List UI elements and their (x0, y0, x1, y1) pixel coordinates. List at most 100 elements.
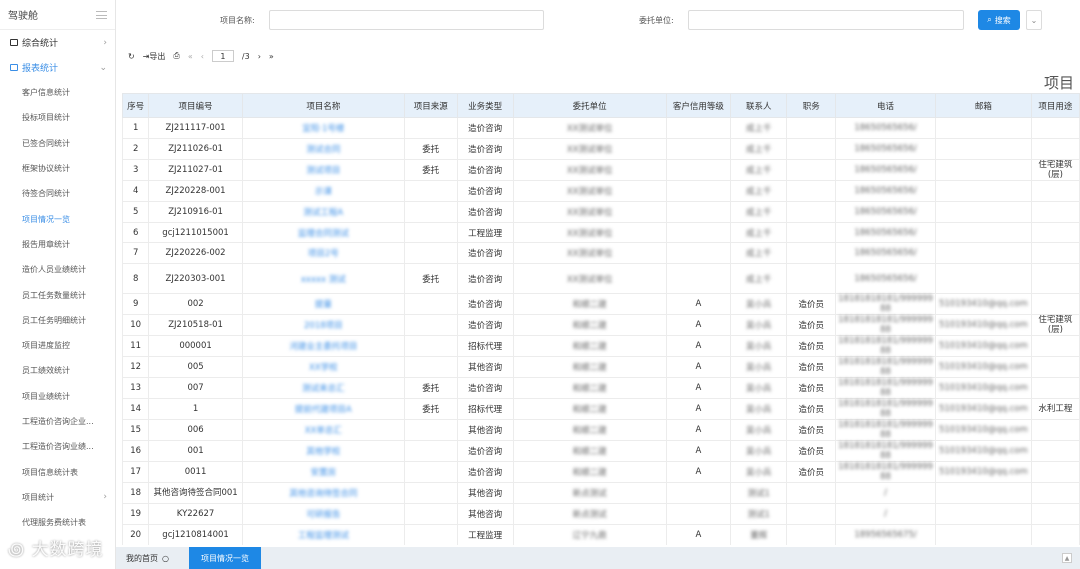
table-cell[interactable]: 宜阳·1号楼 (241, 117, 405, 139)
sidebar-item[interactable]: 待签合同统计 (0, 181, 115, 206)
table-row[interactable]: 14 1 提前代建项目A 委托 招标代理 和顺二建 A 吴小兵 造价员 18181818181/9… (122, 398, 1080, 421)
sidebar-item[interactable]: 投标项目统计 (0, 105, 115, 130)
table-row[interactable]: 5 ZJ210916-01 测试工程A 造价咨询 XX测试单位 成上千 1865056565… (122, 200, 1080, 223)
table-row[interactable]: 9 002 提量 造价咨询 和顺二建 A 吴小兵 造价员 18181818181/999999 … (122, 293, 1080, 316)
sidebar-item[interactable]: 客户信息统计 (0, 80, 115, 105)
table-row[interactable]: 13 007 测试来总汇 委托 造价咨询 和顺二建 A 吴小兵 造价员 18181818181/9… (122, 377, 1080, 400)
column-header[interactable]: 委托单位 (512, 93, 667, 118)
column-header[interactable]: 项目名称 (241, 93, 405, 118)
table-cell[interactable]: 其他学校 (241, 440, 405, 463)
table-cell[interactable]: 提前代建项目A (241, 398, 405, 421)
table-cell[interactable]: 河建业主委托项目 (241, 335, 405, 358)
column-header[interactable]: 项目来源 (403, 93, 458, 118)
sidebar-item[interactable]: 员工绩效统计 (0, 358, 115, 383)
table-row[interactable]: 17 0011 安置房 造价咨询 和顺二建 A 吴小兵 造价员 18181818181/9999… (122, 461, 1080, 484)
page-number-input[interactable]: 1 (211, 50, 234, 62)
table-cell[interactable]: 测试来总汇 (241, 377, 405, 400)
search-button[interactable]: ⌕ 搜索 (978, 10, 1020, 30)
first-page-icon[interactable]: « (188, 52, 193, 61)
tab-home[interactable]: 我的首页 ○ (116, 547, 179, 569)
table-cell[interactable]: XX单总汇 (241, 419, 405, 442)
table-cell[interactable]: 示课 (241, 179, 405, 202)
client-unit-input[interactable] (688, 10, 964, 30)
expand-filters-button[interactable]: ⌄ (1026, 10, 1042, 30)
sidebar-item[interactable]: 项目信息统计表 (0, 459, 115, 484)
tab-project-overview[interactable]: 项目情况一览 (188, 547, 261, 569)
menu-toggle-icon[interactable] (96, 10, 107, 19)
table-row[interactable]: 1 ZJ211117-001 宜阳·1号楼 造价咨询 XX测试单位 成上千 18650565… (122, 117, 1080, 139)
table-cell: 水利工程 (1030, 398, 1080, 421)
sidebar-item[interactable]: 报告用章统计 (0, 232, 115, 257)
sidebar-item[interactable]: 项目进度监控 (0, 333, 115, 358)
sidebar-title: 驾驶舱 (8, 11, 38, 22)
column-header[interactable]: 项目编号 (148, 93, 243, 118)
column-header[interactable]: 职务 (786, 93, 837, 118)
table-cell[interactable]: 测试合同 (241, 137, 405, 160)
last-page-icon[interactable]: » (269, 52, 274, 61)
table-cell[interactable]: 工程监理测试 (241, 524, 405, 545)
table-row[interactable]: 11 000001 河建业主委托项目 招标代理 和顺二建 A 吴小兵 造价员 181818181… (122, 335, 1080, 358)
table-cell (786, 242, 837, 265)
sidebar-item[interactable]: 已签合同统计 (0, 131, 115, 156)
sidebar-item[interactable]: 工程造价咨询业绩... (0, 434, 115, 459)
sidebar-item[interactable]: 员工任务数量统计 (0, 282, 115, 307)
sidebar-group-reports[interactable]: 报表统计 ⌄ (0, 55, 115, 80)
sidebar-group-summary[interactable]: 综合统计 › (0, 30, 115, 55)
sidebar-item[interactable]: 工程造价咨询企业... (0, 409, 115, 434)
table-cell: 11 (122, 335, 150, 358)
table-cell[interactable]: 安置房 (241, 461, 405, 484)
table-row[interactable]: 12 005 XX学校 其他咨询 和顺二建 A 吴小兵 造价员 18181818181/9999… (122, 356, 1080, 379)
table-row[interactable]: 20 gcj1210814001 工程监理测试 工程监理 辽宁九鼎 A 董辉 18956565… (122, 524, 1080, 545)
column-header[interactable]: 项目用途 (1030, 93, 1080, 118)
table-cell[interactable]: 项目2号 (241, 242, 405, 265)
column-header[interactable]: 联系人 (730, 93, 788, 118)
table-cell: 18181818181/999999 88 (835, 356, 936, 379)
table-cell: 招标代理 (456, 335, 514, 358)
table-cell: 造价员 (786, 440, 837, 463)
table-cell[interactable]: 2018项目 (241, 314, 405, 337)
table-row[interactable]: 7 ZJ220226-002 项目2号 造价咨询 XX测试单位 成上千 1865056565… (122, 242, 1080, 265)
column-header[interactable]: 电话 (835, 93, 936, 118)
scroll-up-icon[interactable]: ▲ (1062, 553, 1072, 563)
sidebar-item[interactable]: 项目统计 › (0, 485, 115, 510)
table-cell[interactable]: 监理合同测试 (241, 221, 405, 244)
export-button[interactable]: ⇥导出 (143, 51, 166, 62)
table-row[interactable]: 15 006 XX单总汇 其他咨询 和顺二建 A 吴小兵 造价员 18181818181/999… (122, 419, 1080, 442)
column-header[interactable]: 序号 (122, 93, 150, 118)
table-row[interactable]: 10 ZJ210518-01 2018项目 造价咨询 和顺二建 A 吴小兵 造价员 181818… (122, 314, 1080, 337)
sidebar-item[interactable]: 项目业绩统计 (0, 384, 115, 409)
table-cell[interactable]: XX学校 (241, 356, 405, 379)
sidebar-item[interactable]: 员工任务明细统计 (0, 308, 115, 333)
sidebar-item[interactable]: 框架协议统计 (0, 156, 115, 181)
sidebar-item[interactable]: 造价人员业绩统计 (0, 257, 115, 282)
table-cell[interactable]: 其他咨询待签合同 (241, 482, 405, 505)
table-row[interactable]: 6 gcj1211015001 监理合同测试 工程监理 XX测试单位 成上千 1865056… (122, 221, 1080, 244)
column-header[interactable]: 客户信用等级 (665, 93, 732, 118)
table-cell: 和顺二建 (512, 293, 667, 316)
refresh-icon[interactable]: ↻ (128, 52, 135, 61)
project-name-input[interactable] (269, 10, 544, 30)
table-row[interactable]: 19 KY22627 可研报告 其他咨询 新点测试 测试1 / (122, 503, 1080, 526)
search-icon: ⌕ (987, 15, 992, 24)
table-row[interactable]: 16 001 其他学校 造价咨询 和顺二建 A 吴小兵 造价员 18181818181/9999… (122, 440, 1080, 463)
table-cell[interactable]: 提量 (241, 293, 405, 316)
table-row[interactable]: 8 ZJ220303-001 xxxxx 测试 委托 造价咨询 XX测试单位 成上千 1865… (122, 263, 1080, 295)
table-cell[interactable]: 测试工程A (241, 200, 405, 223)
column-header[interactable]: 业务类型 (456, 93, 514, 118)
print-icon[interactable]: ⎙ (173, 51, 179, 61)
table-cell[interactable]: xxxxx 测试 (241, 263, 405, 295)
table-row[interactable]: 3 ZJ211027-01 测试项目 委托 造价咨询 XX测试单位 成上千 186505656… (122, 158, 1080, 181)
sidebar-item[interactable]: 项目情况一览 (0, 206, 115, 231)
table-cell (665, 482, 732, 505)
table-row[interactable]: 4 ZJ220228-001 示课 造价咨询 XX测试单位 成上千 18650565656/ (122, 179, 1080, 202)
next-page-icon[interactable]: › (258, 52, 261, 61)
prev-page-icon[interactable]: ‹ (201, 52, 204, 61)
table-row[interactable]: 2 ZJ211026-01 测试合同 委托 造价咨询 XX测试单位 成上千 186505656… (122, 137, 1080, 160)
column-header[interactable]: 邮箱 (934, 93, 1032, 118)
table-cell[interactable]: 可研报告 (241, 503, 405, 526)
table-cell[interactable]: 测试项目 (241, 158, 405, 181)
sidebar-item-label: 项目业绩统计 (22, 391, 70, 401)
table-row[interactable]: 18 其他咨询待签合同001 其他咨询待签合同 其他咨询 新点测试 测试1 / (122, 482, 1080, 505)
sidebar-item[interactable]: 代理服务费统计表 (0, 510, 115, 535)
table-cell: 510193410@qq.com (934, 293, 1032, 316)
